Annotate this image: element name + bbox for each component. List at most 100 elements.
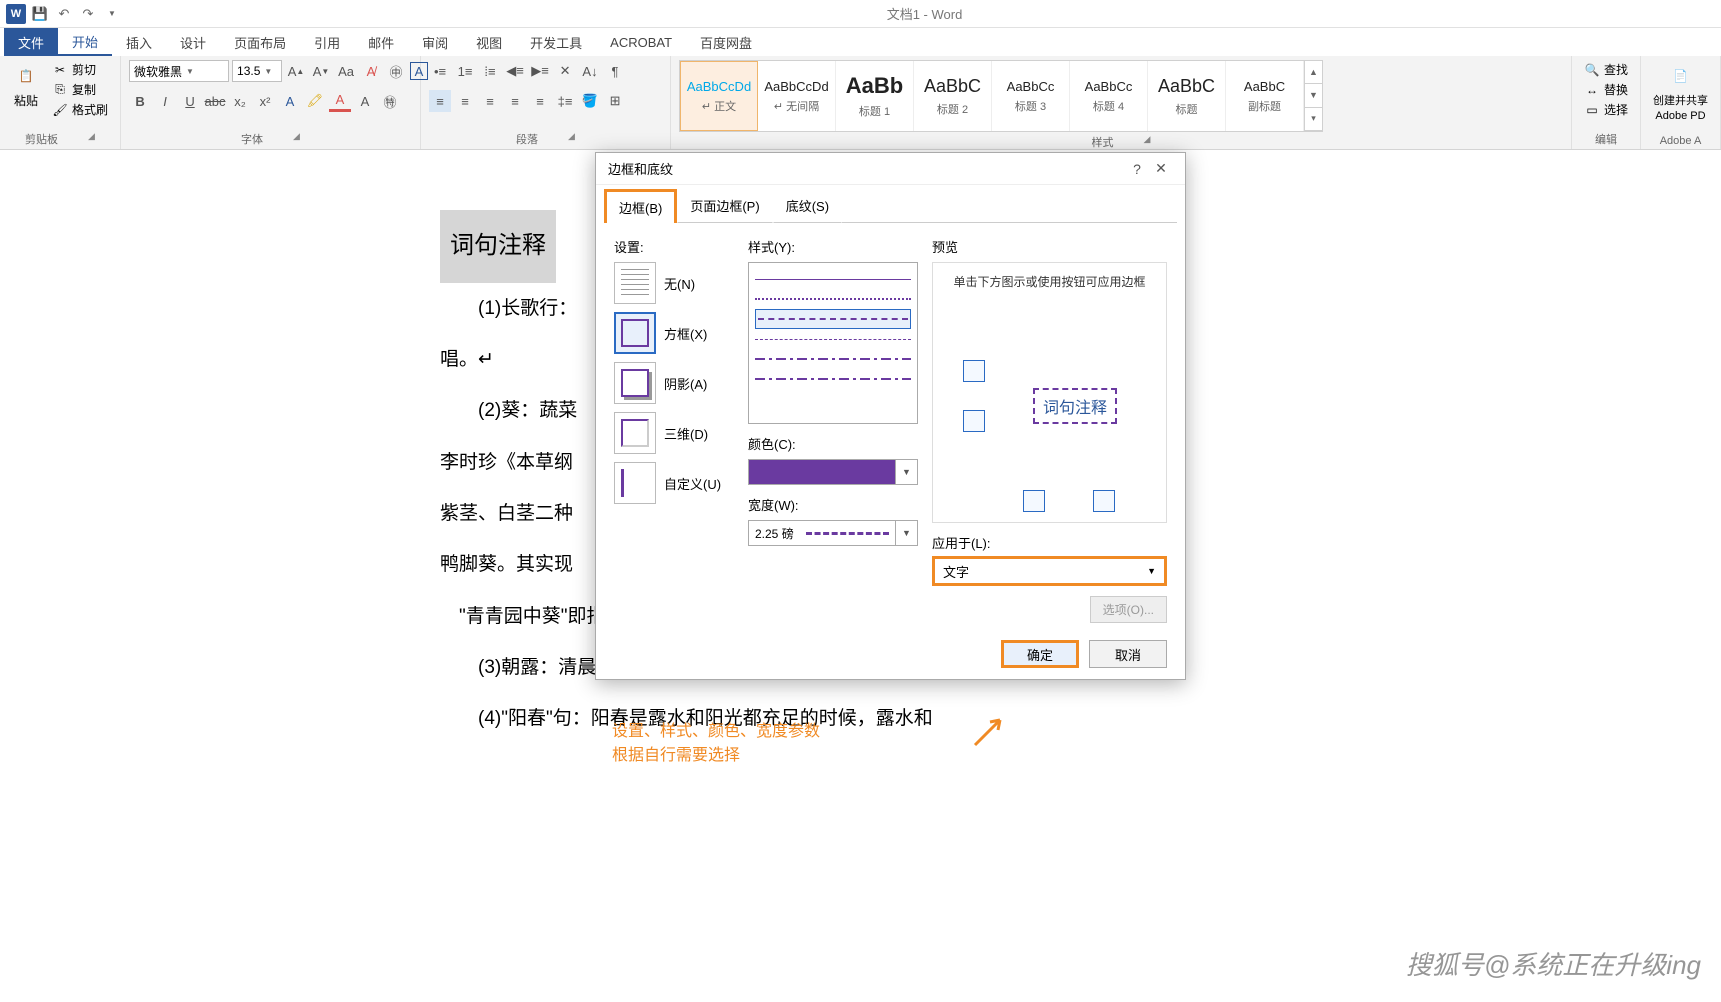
phonetic-icon[interactable]: ㊥ xyxy=(385,60,407,82)
align-left-icon[interactable]: ≡ xyxy=(429,90,451,112)
clipboard-launcher[interactable]: ◢ xyxy=(88,131,95,147)
tab-acrobat[interactable]: ACROBAT xyxy=(596,28,686,56)
help-icon[interactable]: ? xyxy=(1125,161,1149,177)
font-name-combo[interactable]: 微软雅黑▼ xyxy=(129,60,229,82)
bold-icon[interactable]: B xyxy=(129,90,151,112)
paragraph-launcher[interactable]: ◢ xyxy=(568,131,575,147)
superscript-icon[interactable]: x² xyxy=(254,90,276,112)
preview-canvas[interactable]: 词句注释 xyxy=(943,310,1156,512)
style-line-dashdotdot[interactable] xyxy=(755,369,911,389)
styles-gallery[interactable]: AaBbCcDd↵ 正文 AaBbCcDd↵ 无间隔 AaBb标题 1 AaBb… xyxy=(679,60,1323,132)
text-effect-icon[interactable]: A xyxy=(279,90,301,112)
show-marks-icon[interactable]: ¶ xyxy=(604,60,626,82)
justify-icon[interactable]: ≡ xyxy=(504,90,526,112)
chevron-down-icon[interactable]: ▼ xyxy=(895,521,917,545)
numbering-icon[interactable]: 1≡ xyxy=(454,60,476,82)
shading-icon[interactable]: 🪣 xyxy=(579,90,601,112)
copy-button[interactable]: ⎘复制 xyxy=(48,80,112,99)
align-center-icon[interactable]: ≡ xyxy=(454,90,476,112)
style-line-dash2[interactable] xyxy=(755,329,911,349)
preview-top-btn[interactable] xyxy=(963,360,985,382)
setting-none[interactable]: 无(N) xyxy=(614,262,734,304)
char-shading-icon[interactable]: A xyxy=(354,90,376,112)
subscript-icon[interactable]: x₂ xyxy=(229,90,251,112)
cut-button[interactable]: ✂剪切 xyxy=(48,60,112,79)
style-line-dashdot[interactable] xyxy=(755,349,911,369)
width-combo[interactable]: 2.25 磅▼ xyxy=(748,520,918,546)
font-launcher[interactable]: ◢ xyxy=(293,131,300,147)
tab-page-border[interactable]: 页面边框(P) xyxy=(677,189,772,223)
line-spacing-icon[interactable]: ‡≡ xyxy=(554,90,576,112)
setting-3d[interactable]: 三维(D) xyxy=(614,412,734,454)
style-heading4[interactable]: AaBbCc标题 4 xyxy=(1070,61,1148,131)
distribute-icon[interactable]: ≡ xyxy=(529,90,551,112)
ok-button[interactable]: 确定 xyxy=(1001,640,1079,668)
tab-baidu[interactable]: 百度网盘 xyxy=(686,28,766,56)
preview-left-btn[interactable] xyxy=(1023,490,1045,512)
style-normal[interactable]: AaBbCcDd↵ 正文 xyxy=(680,61,758,131)
change-case-icon[interactable]: Aa xyxy=(335,60,357,82)
paste-button[interactable]: 📋 粘贴 xyxy=(8,60,44,111)
styles-launcher[interactable]: ◢ xyxy=(1144,134,1151,150)
undo-icon[interactable]: ↶ xyxy=(54,4,74,24)
tab-home[interactable]: 开始 xyxy=(58,28,112,56)
italic-icon[interactable]: I xyxy=(154,90,176,112)
clear-format-icon[interactable]: A̸ xyxy=(360,60,382,82)
shrink-font-icon[interactable]: A▼ xyxy=(310,60,332,82)
preview-bottom-btn[interactable] xyxy=(963,410,985,432)
setting-custom[interactable]: 自定义(U) xyxy=(614,462,734,504)
find-button[interactable]: 🔍查找 xyxy=(1580,60,1632,79)
tab-review[interactable]: 审阅 xyxy=(408,28,462,56)
cancel-button[interactable]: 取消 xyxy=(1089,640,1167,668)
style-heading1[interactable]: AaBb标题 1 xyxy=(836,61,914,131)
tab-border[interactable]: 边框(B) xyxy=(604,189,677,223)
borders-icon[interactable]: ⊞ xyxy=(604,90,626,112)
replace-button[interactable]: ↔替换 xyxy=(1580,80,1632,99)
style-line-dashed[interactable] xyxy=(755,309,911,329)
bullets-icon[interactable]: •≡ xyxy=(429,60,451,82)
style-nospacing[interactable]: AaBbCcDd↵ 无间隔 xyxy=(758,61,836,131)
tab-developer[interactable]: 开发工具 xyxy=(516,28,596,56)
align-right-icon[interactable]: ≡ xyxy=(479,90,501,112)
apply-to-combo[interactable]: 文字▼ xyxy=(932,556,1167,586)
setting-box[interactable]: 方框(X) xyxy=(614,312,734,354)
tab-shading[interactable]: 底纹(S) xyxy=(773,189,842,223)
tab-layout[interactable]: 页面布局 xyxy=(220,28,300,56)
tab-design[interactable]: 设计 xyxy=(166,28,220,56)
tab-references[interactable]: 引用 xyxy=(300,28,354,56)
grow-font-icon[interactable]: A▲ xyxy=(285,60,307,82)
tab-file[interactable]: 文件 xyxy=(4,28,58,56)
qat-dropdown-icon[interactable]: ▼ xyxy=(102,4,122,24)
strike-icon[interactable]: abc xyxy=(204,90,226,112)
preview-right-btn[interactable] xyxy=(1093,490,1115,512)
font-color-icon[interactable]: A xyxy=(329,90,351,112)
save-icon[interactable]: 💾 xyxy=(30,4,50,24)
color-combo[interactable]: ▼ xyxy=(748,459,918,485)
setting-shadow[interactable]: 阴影(A) xyxy=(614,362,734,404)
style-list[interactable] xyxy=(748,262,918,424)
style-title[interactable]: AaBbC标题 xyxy=(1148,61,1226,131)
style-subtitle[interactable]: AaBbC副标题 xyxy=(1226,61,1304,131)
decrease-indent-icon[interactable]: ◀≡ xyxy=(504,60,526,82)
tab-view[interactable]: 视图 xyxy=(462,28,516,56)
style-heading2[interactable]: AaBbC标题 2 xyxy=(914,61,992,131)
enclose-char-icon[interactable]: ㊕ xyxy=(379,90,401,112)
tab-mailings[interactable]: 邮件 xyxy=(354,28,408,56)
redo-icon[interactable]: ↷ xyxy=(78,4,98,24)
selected-heading[interactable]: 词句注释 xyxy=(440,210,556,283)
style-line-dotted[interactable] xyxy=(755,289,911,309)
gallery-scroll[interactable]: ▲▼▾ xyxy=(1304,61,1322,131)
tab-insert[interactable]: 插入 xyxy=(112,28,166,56)
close-icon[interactable]: ✕ xyxy=(1149,160,1173,177)
highlight-icon[interactable]: 🖍 xyxy=(304,90,326,112)
sort-icon[interactable]: A↓ xyxy=(579,60,601,82)
select-button[interactable]: ▭选择 xyxy=(1580,100,1632,119)
adobe-create-button[interactable]: 📄 创建并共享 Adobe PD xyxy=(1649,60,1712,124)
increase-indent-icon[interactable]: ▶≡ xyxy=(529,60,551,82)
text-direction-icon[interactable]: ✕ xyxy=(554,60,576,82)
style-heading3[interactable]: AaBbCc标题 3 xyxy=(992,61,1070,131)
multilevel-icon[interactable]: ⁞≡ xyxy=(479,60,501,82)
style-line-solid[interactable] xyxy=(755,269,911,289)
underline-icon[interactable]: U xyxy=(179,90,201,112)
font-size-combo[interactable]: 13.5▼ xyxy=(232,60,282,82)
